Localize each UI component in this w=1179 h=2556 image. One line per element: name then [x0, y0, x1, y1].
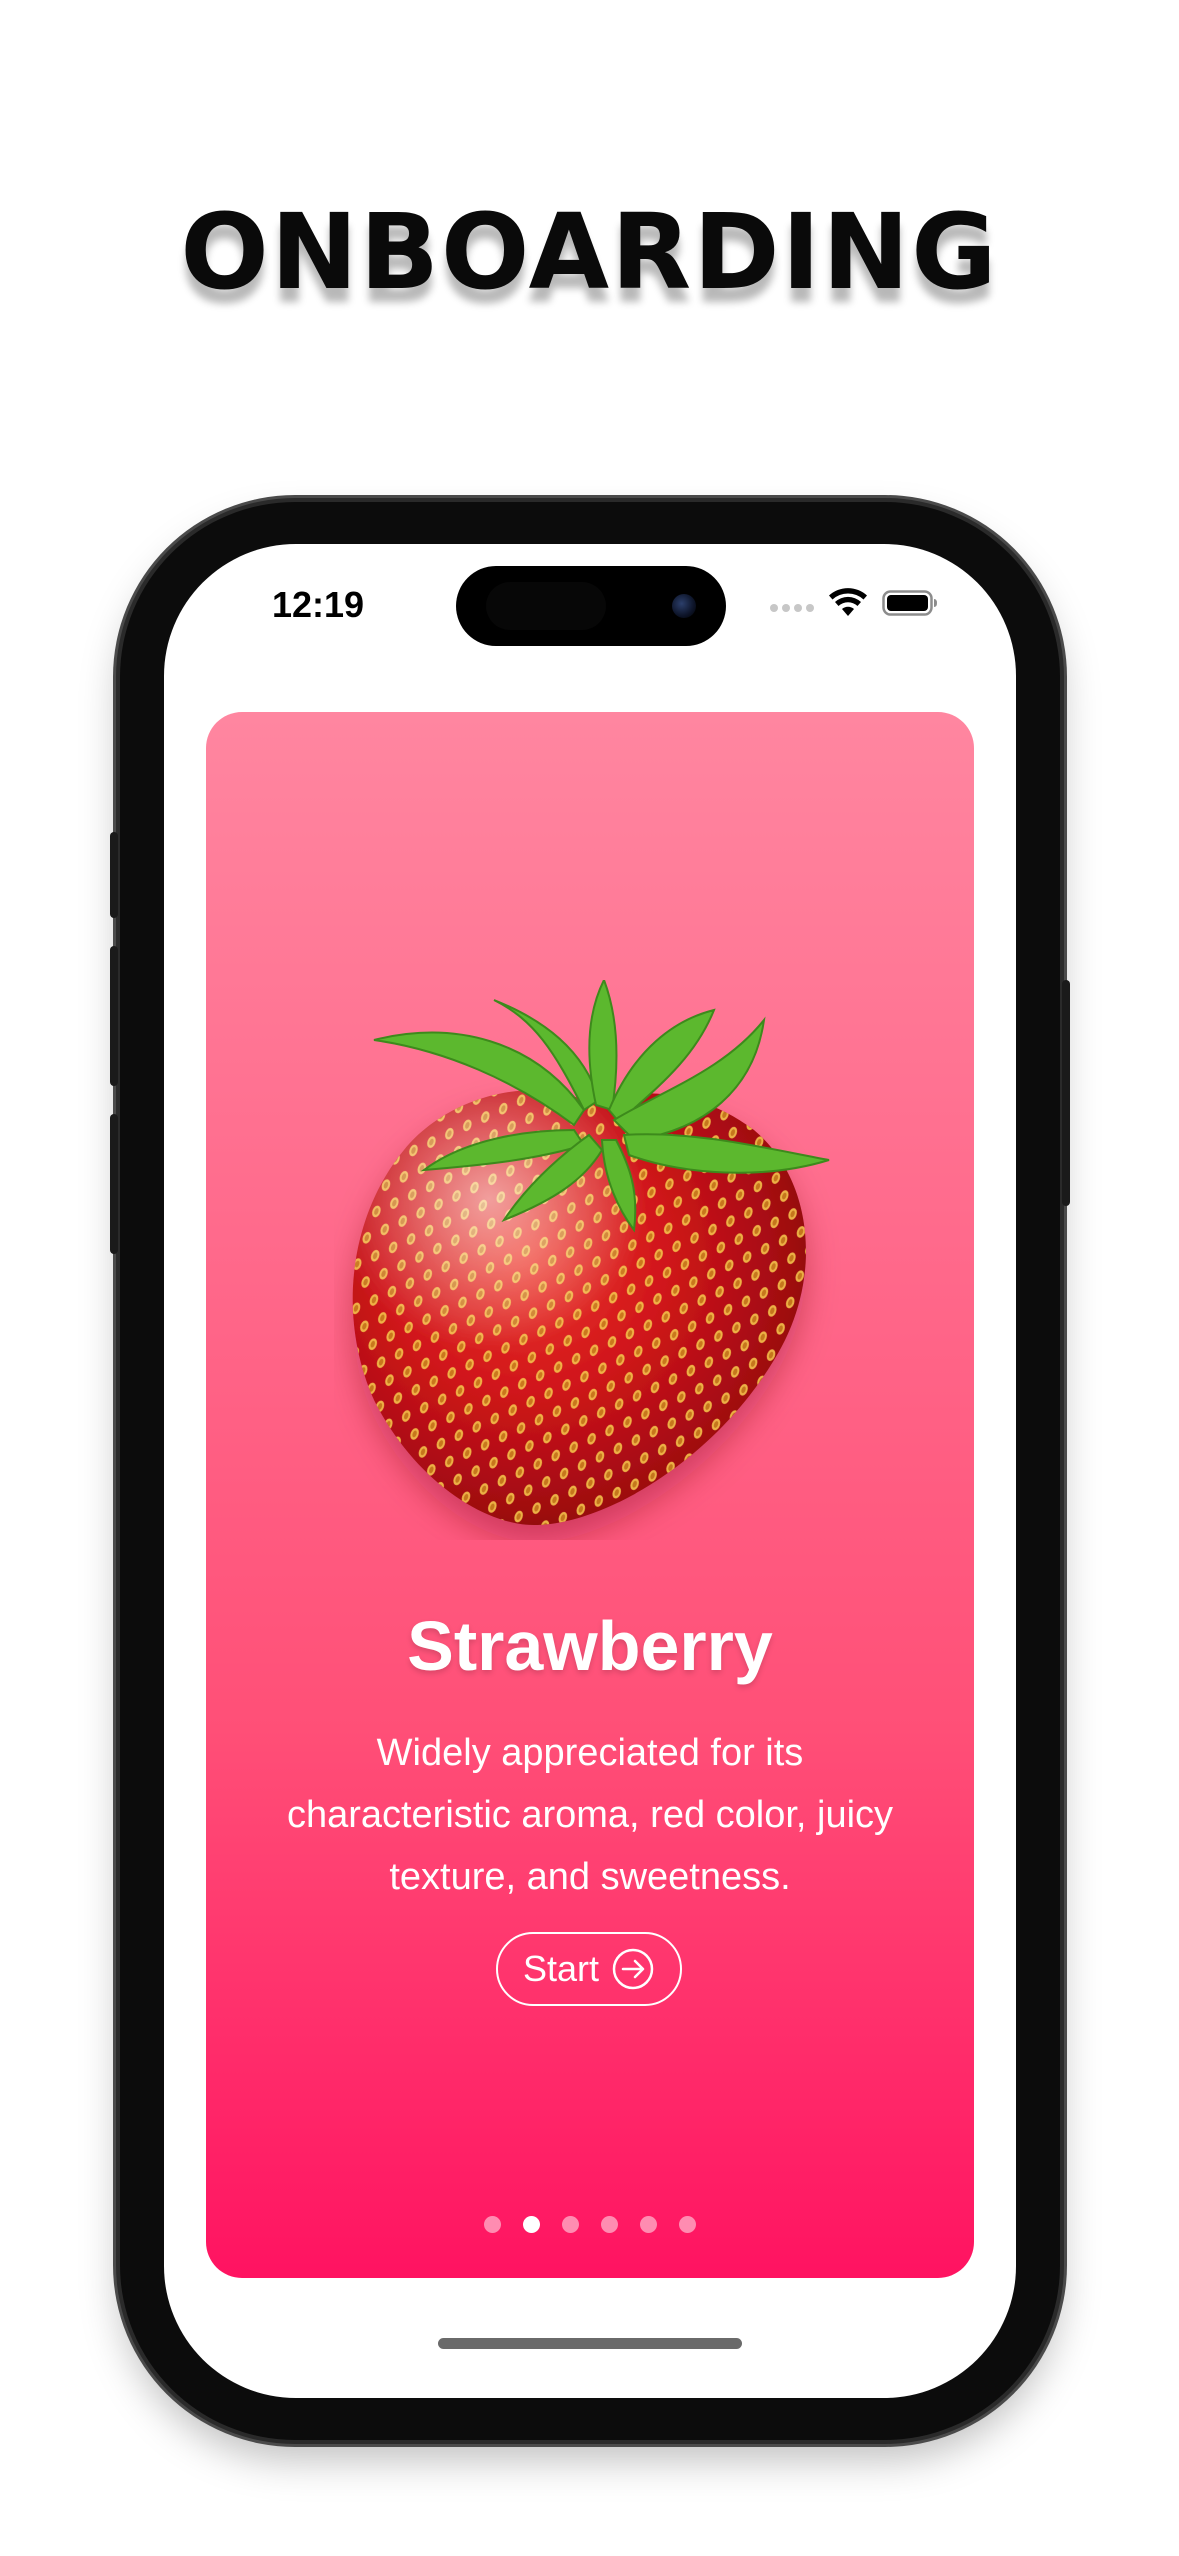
page-dot-active[interactable] — [523, 2216, 540, 2233]
strawberry-image — [352, 980, 830, 1525]
volume-down-button — [110, 1114, 118, 1254]
battery-icon — [882, 590, 937, 616]
page-title: ONBOARDING — [180, 191, 999, 313]
home-indicator[interactable] — [438, 2338, 742, 2349]
phone-mockup: 12:19 Strawberry Widely appreciated for … — [110, 502, 1070, 2440]
phone-screen: 12:19 Strawberry Widely appreciated for … — [164, 544, 1016, 2398]
cellular-signal-icon — [770, 604, 814, 612]
action-button — [110, 832, 118, 918]
page-dot[interactable] — [562, 2216, 579, 2233]
page-dot[interactable] — [601, 2216, 618, 2233]
page-dot[interactable] — [484, 2216, 501, 2233]
page-indicator — [206, 2216, 974, 2233]
volume-up-button — [110, 946, 118, 1086]
fruit-title: Strawberry — [407, 1607, 773, 1685]
wifi-icon — [829, 588, 867, 616]
fruit-description: Widely appreciated for its characteristi… — [286, 1732, 894, 1898]
dynamic-island — [456, 566, 726, 646]
status-time: 12:19 — [272, 584, 365, 625]
start-button[interactable]: Start — [496, 1932, 682, 2006]
arrow-right-circle-icon — [612, 1948, 654, 1990]
island-sensor — [486, 582, 606, 630]
page-dot[interactable] — [679, 2216, 696, 2233]
camera-lens-icon — [672, 594, 696, 618]
page-dot[interactable] — [640, 2216, 657, 2233]
onboarding-card: Strawberry Widely appreciated for its ch… — [206, 712, 974, 2278]
power-button — [1062, 980, 1070, 1206]
start-button-label: Start — [522, 1948, 600, 1989]
status-bar: 12:19 — [164, 544, 1016, 694]
